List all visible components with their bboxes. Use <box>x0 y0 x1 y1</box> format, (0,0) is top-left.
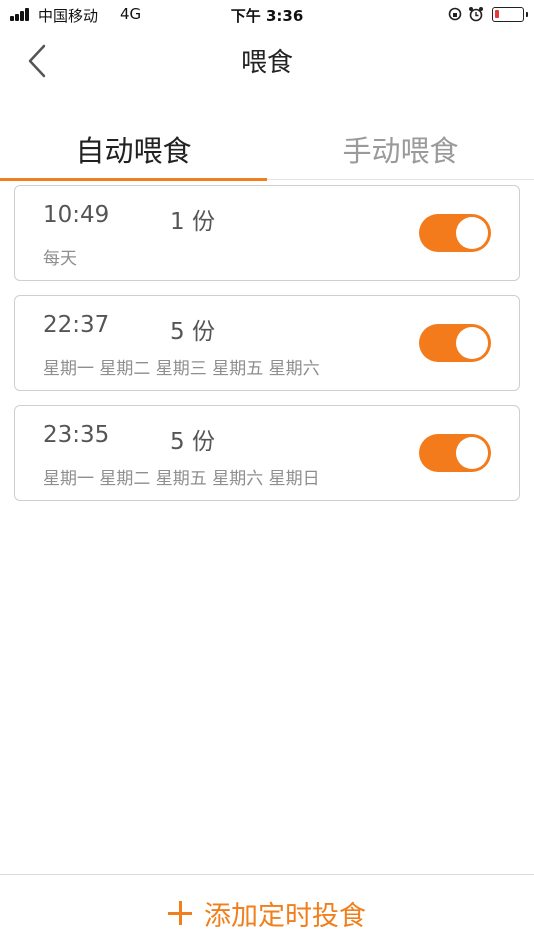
schedule-portion: 5 份 <box>170 429 215 455</box>
tab-bar: 自动喂食 手动喂食 <box>0 118 534 181</box>
toggle-knob <box>456 217 488 249</box>
schedule-toggle[interactable] <box>419 324 491 362</box>
schedule-list: 10:49 1 份 每天 22:37 5 份 星期一 星期二 星期三 星期五 星… <box>14 185 520 515</box>
schedule-days: 每天 <box>43 249 77 269</box>
tab-manual-feeding[interactable]: 手动喂食 <box>267 128 534 170</box>
bottom-bar: 添加定时投食 <box>0 874 534 950</box>
schedule-card[interactable]: 22:37 5 份 星期一 星期二 星期三 星期五 星期六 <box>14 295 520 391</box>
schedule-days: 星期一 星期二 星期三 星期五 星期六 <box>43 359 320 379</box>
add-schedule-label: 添加定时投食 <box>204 900 366 932</box>
schedule-portion: 5 份 <box>170 319 215 345</box>
schedule-card[interactable]: 23:35 5 份 星期一 星期二 星期五 星期六 星期日 <box>14 405 520 501</box>
tab-active-indicator <box>0 178 267 181</box>
schedule-toggle[interactable] <box>419 434 491 472</box>
nav-bar: 喂食 <box>0 30 534 90</box>
toggle-knob <box>456 327 488 359</box>
tab-auto-feeding[interactable]: 自动喂食 <box>0 128 267 170</box>
feeding-screen: 中国移动 4G 下午 3:36 喂食 自动喂食 手动喂食 10:49 1 份 每… <box>0 0 534 950</box>
schedule-time: 23:35 <box>43 422 110 448</box>
schedule-card[interactable]: 10:49 1 份 每天 <box>14 185 520 281</box>
schedule-time: 22:37 <box>43 312 110 338</box>
battery-icon <box>492 7 528 22</box>
schedule-days: 星期一 星期二 星期五 星期六 星期日 <box>43 469 320 489</box>
alarm-icon <box>469 7 483 22</box>
page-title: 喂食 <box>240 48 293 78</box>
plus-icon <box>168 901 192 925</box>
toggle-knob <box>456 437 488 469</box>
status-bar: 中国移动 4G 下午 3:36 <box>0 0 534 30</box>
schedule-portion: 1 份 <box>170 209 215 235</box>
add-schedule-button[interactable]: 添加定时投食 <box>0 875 534 950</box>
schedule-toggle[interactable] <box>419 214 491 252</box>
rotation-lock-icon <box>448 7 462 21</box>
schedule-time: 10:49 <box>43 202 110 228</box>
